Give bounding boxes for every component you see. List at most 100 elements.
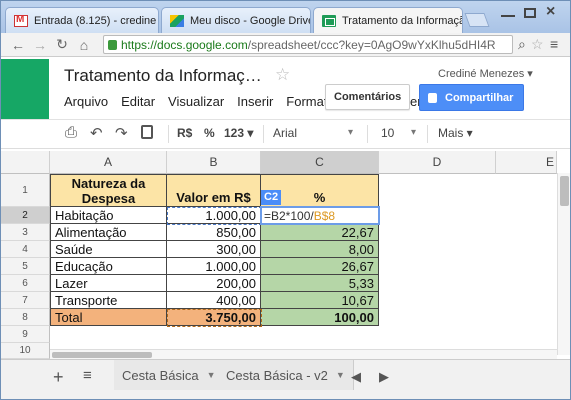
percent-cell[interactable]: 10,67 bbox=[261, 292, 379, 309]
value-cell[interactable]: 1.000,00 bbox=[167, 207, 261, 224]
column-header-d[interactable]: D bbox=[379, 151, 496, 174]
back-icon[interactable]: ← bbox=[7, 37, 29, 53]
forward-icon[interactable]: → bbox=[29, 37, 51, 53]
font-size-dropdown[interactable]: 10 bbox=[381, 126, 394, 140]
scroll-tabs-right-icon[interactable]: ▶ bbox=[379, 369, 389, 385]
menu-view[interactable]: Visualizar bbox=[168, 94, 224, 109]
sheet-tab[interactable]: Cesta Básica - v2 ▼ bbox=[218, 360, 354, 390]
bookmark-star-icon[interactable]: ☆ bbox=[531, 36, 544, 53]
sheets-home-icon[interactable] bbox=[1, 59, 49, 248]
tab-strip: Entrada (8.125) - credine × Meu disco - … bbox=[1, 1, 570, 33]
paint-format-icon[interactable] bbox=[141, 125, 153, 139]
percent-cell[interactable]: 22,67 bbox=[261, 224, 379, 241]
row-header[interactable]: 2 bbox=[1, 207, 50, 224]
percent-cell[interactable]: 26,67 bbox=[261, 258, 379, 275]
add-sheet-icon[interactable]: + bbox=[53, 367, 64, 388]
header-line: Despesa bbox=[81, 190, 136, 206]
chevron-down-icon[interactable]: ▼ bbox=[336, 370, 345, 380]
percent-button[interactable]: % bbox=[204, 126, 215, 140]
total-label-cell[interactable]: Total bbox=[50, 309, 167, 326]
category-cell[interactable]: Lazer bbox=[50, 275, 167, 292]
home-icon[interactable]: ⌂ bbox=[73, 37, 95, 53]
value-cell[interactable]: 200,00 bbox=[167, 275, 261, 292]
star-icon[interactable]: ☆ bbox=[275, 65, 290, 85]
reload-icon[interactable]: ↻ bbox=[51, 36, 73, 53]
close-window-icon[interactable]: × bbox=[546, 3, 555, 21]
row-header[interactable]: 10 bbox=[1, 343, 50, 359]
column-header-e[interactable]: E bbox=[496, 151, 557, 174]
row-header[interactable]: 3 bbox=[1, 224, 50, 241]
row-header[interactable]: 1 bbox=[1, 174, 50, 207]
font-dropdown[interactable]: Arial bbox=[273, 126, 297, 140]
category-cell[interactable]: Educação bbox=[50, 258, 167, 275]
category-cell[interactable]: Habitação bbox=[50, 207, 167, 224]
row-header[interactable]: 9 bbox=[1, 326, 50, 343]
minimize-icon[interactable] bbox=[501, 15, 515, 17]
maximize-icon[interactable] bbox=[524, 8, 536, 18]
formula-cell-editor[interactable]: =B2*100/B$8 bbox=[260, 206, 380, 225]
url-host: https://docs.google.com bbox=[121, 37, 248, 52]
sheet-tab-label: Cesta Básica - v2 bbox=[226, 367, 328, 383]
category-cell[interactable]: Saúde bbox=[50, 241, 167, 258]
column-header-c[interactable]: C bbox=[261, 151, 379, 174]
value-cell[interactable]: 300,00 bbox=[167, 241, 261, 258]
row-header[interactable]: 7 bbox=[1, 292, 50, 309]
value-cell[interactable]: 1.000,00 bbox=[167, 258, 261, 275]
sheet-tab[interactable]: Cesta Básica ▼ bbox=[114, 360, 225, 390]
row-header[interactable]: 6 bbox=[1, 275, 50, 292]
row-header[interactable]: 8 bbox=[1, 309, 50, 326]
currency-button[interactable]: R$ bbox=[177, 126, 192, 140]
toolbar-divider bbox=[367, 125, 368, 143]
comments-button[interactable]: Comentários bbox=[325, 84, 411, 110]
total-value-cell[interactable]: 3.750,00 bbox=[167, 309, 261, 326]
redo-icon[interactable]: ↷ bbox=[115, 124, 128, 142]
number-format-dropdown[interactable]: 123 ▾ bbox=[224, 126, 253, 140]
menu-file[interactable]: Arquivo bbox=[64, 94, 108, 109]
toolbar-divider bbox=[263, 125, 264, 143]
menu-icon[interactable]: ≡ bbox=[550, 36, 558, 52]
new-tab-icon[interactable] bbox=[464, 13, 490, 27]
search-icon[interactable]: ⌕ bbox=[518, 36, 526, 53]
chevron-down-icon[interactable]: ▾ bbox=[348, 127, 353, 138]
scroll-thumb[interactable] bbox=[52, 352, 152, 358]
tab-gmail[interactable]: Entrada (8.125) - credine × bbox=[5, 7, 159, 33]
percent-cell[interactable]: 8,00 bbox=[261, 241, 379, 258]
print-icon[interactable]: ⎙ bbox=[65, 124, 77, 141]
category-cell[interactable]: Alimentação bbox=[50, 224, 167, 241]
scroll-thumb[interactable] bbox=[560, 176, 569, 206]
horizontal-scrollbar[interactable] bbox=[50, 349, 557, 359]
sheets-icon bbox=[322, 14, 336, 27]
percent-cell[interactable]: 5,33 bbox=[261, 275, 379, 292]
column-header-a[interactable]: A bbox=[50, 151, 167, 174]
row-header[interactable]: 4 bbox=[1, 241, 50, 258]
sheet-list-icon[interactable]: ≡ bbox=[83, 367, 92, 384]
browser-window: Entrada (8.125) - credine × Meu disco - … bbox=[0, 0, 571, 400]
menu-insert[interactable]: Inserir bbox=[237, 94, 273, 109]
select-all-corner[interactable] bbox=[1, 151, 50, 174]
menu-edit[interactable]: Editar bbox=[121, 94, 155, 109]
tab-drive[interactable]: Meu disco - Google Drive × bbox=[161, 7, 311, 33]
tab-sheets[interactable]: Tratamento da Informaçã × bbox=[313, 7, 463, 33]
column-header-b[interactable]: B bbox=[167, 151, 261, 174]
header-cell-value[interactable]: Valor em R$ bbox=[167, 174, 261, 207]
user-name[interactable]: Crediné Menezes ▾ bbox=[438, 67, 533, 80]
more-button[interactable]: Mais ▾ bbox=[438, 126, 473, 140]
share-label: Compartilhar bbox=[445, 91, 514, 104]
undo-icon[interactable]: ↶ bbox=[90, 124, 103, 142]
value-cell[interactable]: 400,00 bbox=[167, 292, 261, 309]
lock-icon bbox=[428, 92, 437, 103]
total-percent-cell[interactable]: 100,00 bbox=[261, 309, 379, 326]
category-cell[interactable]: Transporte bbox=[50, 292, 167, 309]
vertical-scrollbar[interactable] bbox=[557, 173, 570, 355]
document-title[interactable]: Tratamento da Informaç… bbox=[64, 66, 262, 86]
value-cell[interactable]: 850,00 bbox=[167, 224, 261, 241]
header-cell-nature[interactable]: Natureza da Despesa bbox=[50, 174, 167, 207]
scroll-tabs-left-icon[interactable]: ◀ bbox=[351, 369, 361, 385]
share-button[interactable]: Compartilhar bbox=[419, 84, 524, 111]
address-bar[interactable]: https://docs.google.com/spreadsheet/ccc?… bbox=[103, 35, 513, 54]
navigation-bar: ← → ↻ ⌂ https://docs.google.com/spreadsh… bbox=[1, 33, 570, 57]
chevron-down-icon[interactable]: ▼ bbox=[207, 370, 216, 380]
row-header[interactable]: 5 bbox=[1, 258, 50, 275]
chevron-down-icon[interactable]: ▾ bbox=[411, 127, 416, 138]
menu-format[interactable]: Format bbox=[286, 94, 327, 109]
